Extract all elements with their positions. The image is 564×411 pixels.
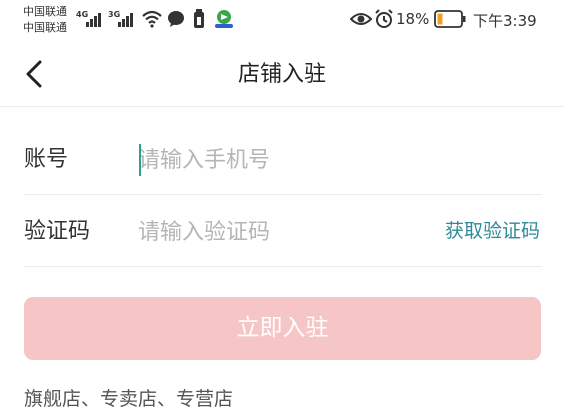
row-divider: [24, 194, 542, 195]
battery-percent: 18%: [396, 10, 430, 28]
app-icon: [215, 10, 233, 28]
get-code-button[interactable]: 获取验证码: [445, 217, 540, 245]
chat-icon: [168, 11, 184, 27]
text-caret: [139, 144, 141, 176]
signal-icon: [86, 13, 104, 27]
carrier-name-1: 中国联通: [23, 5, 67, 18]
phone-input[interactable]: [138, 143, 518, 177]
shop-types-text: 旗舰店、专卖店、专营店: [24, 388, 234, 410]
signal-icon: [118, 13, 136, 27]
row-divider: [24, 266, 542, 267]
eye-icon: [350, 13, 372, 25]
status-bar: 中国联通 中国联通 4G 3G 18% 下午3:39: [0, 0, 564, 40]
battery-icon: [434, 10, 466, 28]
wifi-icon: [142, 10, 162, 28]
account-label: 账号: [24, 147, 69, 172]
clock-time: 下午3:39: [473, 12, 537, 30]
page-title: 店铺入驻: [237, 62, 326, 87]
code-label: 验证码: [24, 219, 91, 244]
carrier-name-2: 中国联通: [23, 21, 67, 34]
verification-code-input[interactable]: [138, 215, 408, 249]
alarm-icon: [375, 9, 393, 28]
battery-saver-icon: [194, 9, 204, 28]
header-divider: [0, 106, 564, 107]
join-now-button[interactable]: 立即入驻: [24, 297, 541, 360]
